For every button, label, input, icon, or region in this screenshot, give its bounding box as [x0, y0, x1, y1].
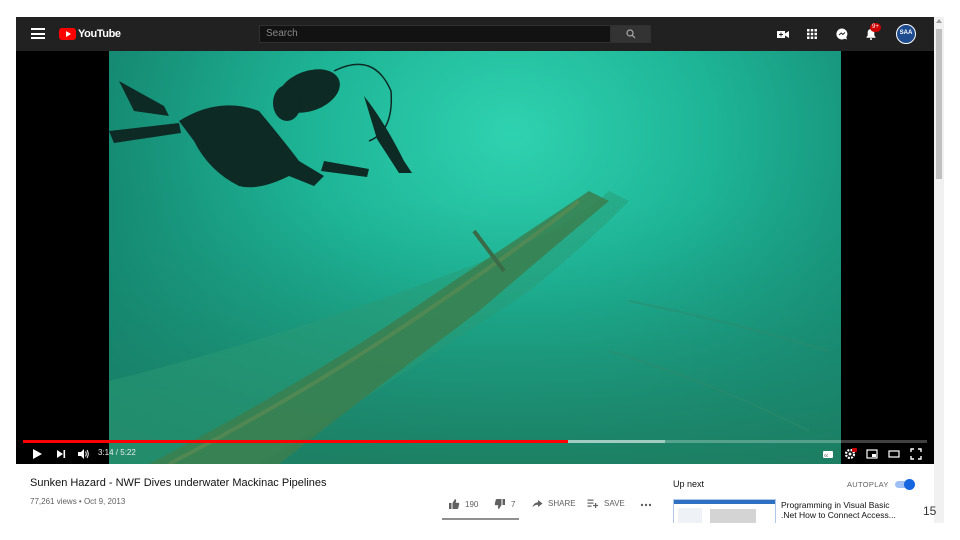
more-horizontal-icon [640, 503, 652, 507]
youtube-play-icon [59, 28, 76, 40]
scroll-up-arrow-icon[interactable] [936, 19, 942, 23]
captions-icon: cc [823, 451, 833, 458]
share-button[interactable]: SHARE [532, 498, 576, 509]
search-icon [626, 29, 636, 39]
share-label: SHARE [548, 499, 576, 508]
video-player[interactable]: 3:14 / 5:22 cc [16, 51, 934, 464]
autoplay-toggle[interactable] [893, 479, 915, 490]
recommended-video-title[interactable]: Programming in Visual Basic .Net How to … [781, 500, 906, 520]
theater-mode-button[interactable] [888, 447, 900, 459]
fullscreen-icon [910, 448, 922, 460]
logo-text: YouTube [78, 28, 121, 40]
apps-grid-icon[interactable] [805, 27, 819, 41]
progress-bar[interactable] [23, 440, 927, 443]
skip-next-icon [57, 450, 66, 458]
diver-silhouette [109, 69, 412, 188]
search-input[interactable]: Search [259, 25, 611, 43]
menu-icon[interactable] [31, 28, 45, 39]
youtube-screenshot: YouTube Search 9+ SAA 3:14 / 5:22 cc Sun… [16, 17, 934, 523]
volume-icon [78, 449, 89, 459]
miniplayer-icon [866, 449, 878, 459]
messages-icon[interactable] [835, 27, 849, 41]
underwater-scene-image [109, 63, 841, 464]
save-button[interactable]: SAVE [587, 498, 625, 509]
slide-page-number: 15 [923, 504, 937, 518]
thumbs-down-icon [494, 499, 505, 509]
dislike-button[interactable]: 7 [494, 498, 515, 510]
fullscreen-button[interactable] [910, 447, 922, 460]
volume-button[interactable] [77, 447, 90, 459]
scrollbar-thumb[interactable] [936, 29, 942, 179]
like-count: 190 [465, 499, 479, 509]
next-button[interactable] [55, 447, 67, 459]
top-bar: YouTube Search 9+ SAA [16, 17, 934, 51]
search-button[interactable] [611, 25, 651, 43]
create-video-icon[interactable] [776, 27, 790, 41]
settings-button[interactable] [844, 447, 857, 460]
notifications-bell-icon[interactable]: 9+ [864, 23, 881, 41]
slide: YouTube Search 9+ SAA 3:14 / 5:22 cc Sun… [0, 0, 960, 540]
like-button[interactable]: 190 [448, 498, 478, 510]
captions-button[interactable]: cc [822, 447, 834, 459]
share-arrow-icon [532, 500, 543, 508]
page-scrollbar[interactable] [934, 17, 944, 523]
video-title: Sunken Hazard - NWF Dives underwater Mac… [30, 477, 327, 489]
youtube-logo[interactable]: YouTube [59, 27, 121, 41]
miniplayer-button[interactable] [866, 447, 878, 459]
played-fill [23, 440, 569, 443]
like-ratio-bar [442, 518, 519, 520]
notification-badge: 9+ [870, 23, 881, 32]
up-next-heading: Up next [673, 479, 705, 489]
playlist-add-icon [587, 499, 599, 508]
video-meta: 77,261 views • Oct 9, 2013 [30, 497, 126, 506]
thumbs-up-icon [449, 499, 460, 509]
theater-mode-icon [888, 450, 900, 458]
time-display: 3:14 / 5:22 [98, 448, 136, 457]
more-actions-button[interactable] [640, 498, 657, 510]
autoplay-label: AUTOPLAY [847, 480, 889, 489]
play-icon [33, 449, 42, 459]
video-frame[interactable] [109, 51, 841, 464]
recommended-video-thumbnail[interactable] [673, 499, 776, 523]
save-label: SAVE [604, 499, 625, 508]
svg-text:cc: cc [824, 452, 828, 457]
avatar[interactable]: SAA [896, 24, 916, 44]
dislike-count: 7 [511, 499, 516, 509]
play-button[interactable] [31, 447, 43, 459]
settings-gear-icon [844, 448, 857, 460]
